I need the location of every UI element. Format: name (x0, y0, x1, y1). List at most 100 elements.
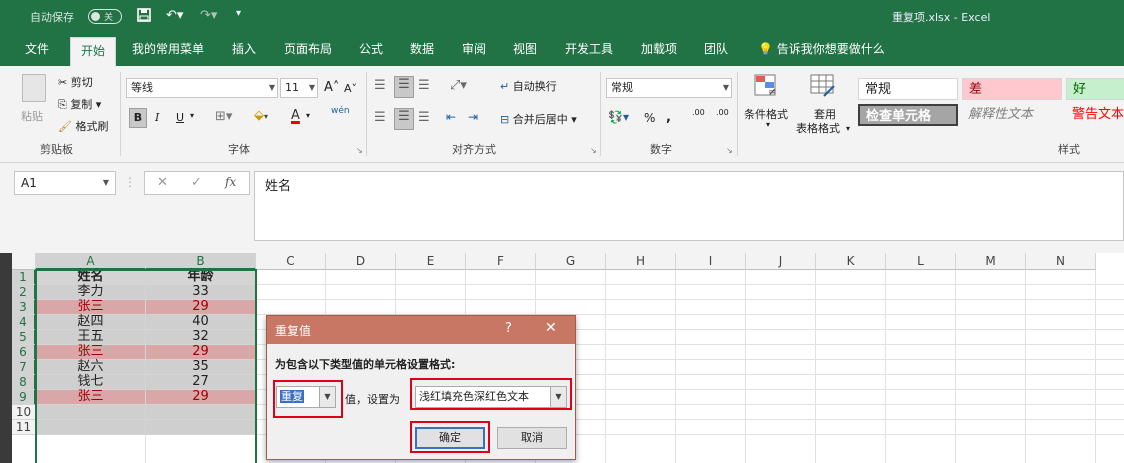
customize-qat-icon[interactable]: ▾ (236, 8, 241, 19)
accounting-icon[interactable]: 💱▾ (608, 110, 629, 124)
help-icon[interactable]: ? (505, 321, 512, 336)
tab-home[interactable]: 开始 (70, 37, 117, 66)
style-explanatory[interactable]: 解释性文本 (962, 104, 1062, 126)
borders-icon[interactable]: ⊞▾ (215, 109, 232, 124)
column-header-j[interactable]: J (746, 253, 816, 270)
cancel-button[interactable]: 取消 (497, 427, 567, 449)
align-middle-icon[interactable]: ☰ (394, 76, 414, 98)
align-bottom-icon[interactable]: ☰ (418, 78, 430, 93)
row-header-7[interactable]: 7 (12, 360, 36, 375)
tab-page-layout[interactable]: 页面布局 (284, 33, 332, 66)
column-header-n[interactable]: N (1026, 253, 1096, 270)
row-header-11[interactable]: 11 (12, 420, 36, 435)
dialog-launcher-icon[interactable]: ↘ (356, 146, 363, 155)
redo-icon[interactable]: ↷▾ (200, 8, 217, 23)
column-header-m[interactable]: M (956, 253, 1026, 270)
close-icon[interactable]: ✕ (545, 320, 557, 336)
align-center-icon[interactable]: ☰ (394, 108, 414, 130)
font-name-select[interactable]: 等线 ▼ (126, 78, 278, 98)
undo-icon[interactable]: ↶▾ (166, 8, 183, 23)
conditional-format-icon[interactable]: ≠ (754, 74, 780, 98)
copy-button[interactable]: ⎘ 复制 ▾ (58, 96, 101, 112)
tab-team[interactable]: 团队 (704, 33, 728, 66)
tab-formulas[interactable]: 公式 (359, 33, 383, 66)
tell-me-box[interactable]: 💡 告诉我你想要做什么 (758, 33, 885, 66)
cancel-icon[interactable]: ✕ (157, 175, 168, 190)
chevron-down-icon[interactable]: ▾ (766, 120, 770, 129)
column-header-g[interactable]: G (536, 253, 606, 270)
column-header-c[interactable]: C (256, 253, 326, 270)
row-header-5[interactable]: 5 (12, 330, 36, 345)
grow-font-button[interactable]: A˄ (324, 80, 339, 95)
row-header-4[interactable]: 4 (12, 315, 36, 330)
dialog-launcher-icon[interactable]: ↘ (590, 146, 597, 155)
column-header-a[interactable]: A (36, 253, 146, 270)
column-header-l[interactable]: L (886, 253, 956, 270)
column-header-b[interactable]: B (146, 253, 256, 270)
column-header-h[interactable]: H (606, 253, 676, 270)
style-normal[interactable]: 常规 (858, 78, 958, 100)
tab-insert[interactable]: 插入 (232, 33, 256, 66)
wrap-text-button[interactable]: ↵ 自动换行 (500, 78, 557, 94)
font-size-select[interactable]: 11 ▼ (280, 78, 318, 98)
bold-button[interactable]: B (129, 108, 147, 128)
tab-review[interactable]: 审阅 (462, 33, 486, 66)
autosave-toggle[interactable]: 关 (88, 9, 122, 24)
column-header-f[interactable]: F (466, 253, 536, 270)
orientation-icon[interactable]: ⤢▾ (450, 78, 467, 93)
dialog-launcher-icon[interactable]: ↘ (726, 146, 733, 155)
increase-decimal-button[interactable]: .00 (692, 108, 705, 117)
underline-button[interactable]: U (176, 111, 184, 124)
decrease-indent-icon[interactable]: ⇤ (446, 110, 456, 124)
tab-view[interactable]: 视图 (513, 33, 537, 66)
style-good[interactable]: 好 (1066, 78, 1124, 100)
chevron-down-icon[interactable]: ▾ (846, 124, 850, 133)
row-header-8[interactable]: 8 (12, 375, 36, 390)
name-box[interactable]: A1 ▼ (14, 171, 116, 195)
style-warning[interactable]: 警告文本 (1066, 104, 1124, 126)
chevron-down-icon[interactable]: ▾ (190, 111, 194, 120)
font-color-button[interactable]: A (291, 108, 300, 123)
chevron-down-icon[interactable]: ▾ (306, 111, 310, 120)
increase-indent-icon[interactable]: ⇥ (468, 110, 478, 124)
shrink-font-button[interactable]: A˅ (344, 82, 357, 95)
formula-input[interactable]: 姓名 (254, 171, 1124, 241)
percent-button[interactable]: % (644, 111, 655, 125)
align-right-icon[interactable]: ☰ (418, 110, 430, 125)
column-header-i[interactable]: I (676, 253, 746, 270)
row-header-10[interactable]: 10 (12, 405, 36, 420)
column-header-d[interactable]: D (326, 253, 396, 270)
format-as-table-label-2[interactable]: 表格格式 (796, 120, 840, 136)
tab-addins[interactable]: 加载项 (641, 33, 677, 66)
row-header-6[interactable]: 6 (12, 345, 36, 360)
row-header-2[interactable]: 2 (12, 285, 36, 300)
style-check-cell[interactable]: 检查单元格 (858, 104, 958, 126)
row-header-9[interactable]: 9 (12, 390, 36, 405)
save-icon[interactable] (137, 8, 151, 26)
phonetic-button[interactable]: wén (331, 106, 350, 116)
tab-data[interactable]: 数据 (410, 33, 434, 66)
cut-button[interactable]: ✂ 剪切 (58, 74, 93, 90)
align-left-icon[interactable]: ☰ (374, 110, 386, 125)
comma-button[interactable]: , (666, 110, 671, 125)
column-header-k[interactable]: K (816, 253, 886, 270)
format-painter-button[interactable]: 🖌 格式刷 (58, 118, 108, 134)
select-all-corner[interactable] (12, 253, 36, 270)
paste-icon[interactable] (22, 74, 46, 102)
row-header-3[interactable]: 3 (12, 300, 36, 315)
enter-icon[interactable]: ✓ (191, 175, 202, 190)
column-header-e[interactable]: E (396, 253, 466, 270)
decrease-decimal-button[interactable]: .00 (716, 108, 729, 117)
tab-file[interactable]: 文件 (25, 33, 49, 66)
paste-button[interactable]: 粘贴 (21, 108, 43, 124)
format-as-table-icon[interactable] (810, 74, 836, 98)
merge-center-button[interactable]: ⊟ 合并后居中 ▾ (500, 111, 577, 127)
fill-color-icon[interactable]: ⬙▾ (254, 108, 268, 123)
style-bad[interactable]: 差 (962, 78, 1062, 100)
number-format-select[interactable]: 常规 ▼ (606, 78, 732, 98)
tab-my-menu[interactable]: 我的常用菜单 (132, 33, 204, 66)
align-top-icon[interactable]: ☰ (374, 78, 386, 93)
row-header-1[interactable]: 1 (12, 270, 36, 285)
italic-button[interactable]: I (155, 111, 159, 124)
tab-developer[interactable]: 开发工具 (565, 33, 613, 66)
